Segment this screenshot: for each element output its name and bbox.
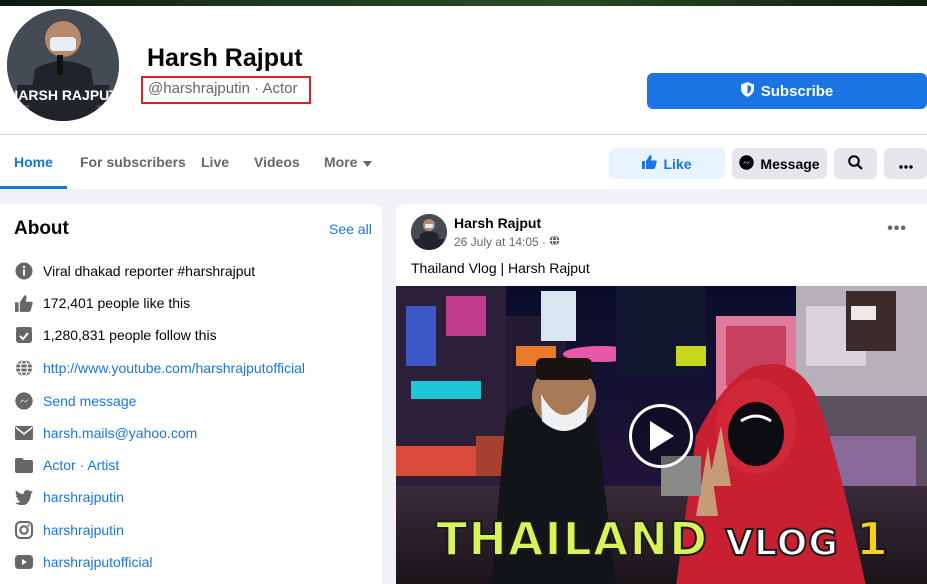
instagram-link[interactable]: harshrajputin bbox=[43, 522, 124, 538]
about-item-twitter[interactable]: harshrajputin bbox=[14, 486, 124, 508]
video-title-vlog: VLOG bbox=[724, 522, 839, 565]
shield-icon bbox=[740, 81, 754, 101]
category-link[interactable]: Actor · Artist bbox=[43, 457, 119, 473]
post-card: Harsh Rajput 26 July at 14:05 · ••• Thai… bbox=[396, 204, 927, 584]
about-item-category[interactable]: Actor · Artist bbox=[14, 454, 119, 476]
search-button[interactable] bbox=[834, 148, 877, 179]
post-timestamp[interactable]: 26 July at 14:05 · bbox=[454, 235, 546, 249]
page-title: Harsh Rajput bbox=[147, 44, 303, 72]
messenger-icon bbox=[739, 154, 755, 173]
subscribe-button[interactable]: Subscribe bbox=[647, 73, 927, 109]
twitter-icon bbox=[14, 488, 33, 507]
tab-videos[interactable]: Videos bbox=[254, 135, 300, 189]
folder-icon bbox=[14, 456, 33, 475]
like-button[interactable]: Like bbox=[609, 148, 725, 179]
video-title-number: 1 bbox=[855, 511, 889, 567]
about-item-likes: 172,401 people like this bbox=[14, 292, 190, 314]
message-label: Message bbox=[760, 155, 820, 172]
tab-more[interactable]: More bbox=[324, 135, 373, 189]
post-author-avatar[interactable] bbox=[411, 214, 447, 250]
thumbs-up-icon bbox=[14, 294, 33, 313]
follow-icon bbox=[14, 326, 33, 345]
globe-icon bbox=[14, 359, 33, 378]
globe-icon bbox=[549, 235, 560, 249]
post-meta: 26 July at 14:05 · bbox=[454, 235, 560, 249]
post-options-icon[interactable]: ••• bbox=[887, 220, 907, 238]
youtube-icon bbox=[14, 553, 33, 572]
tab-more-label: More bbox=[324, 154, 358, 170]
more-options-button[interactable] bbox=[884, 148, 927, 179]
info-icon bbox=[14, 262, 33, 281]
about-item-description: Viral dhakad reporter #harshrajput bbox=[14, 260, 255, 282]
about-title: About bbox=[14, 218, 69, 239]
thumbs-up-icon bbox=[642, 155, 658, 172]
about-item-text: 1,280,831 people follow this bbox=[43, 327, 217, 343]
twitter-link[interactable]: harshrajputin bbox=[43, 489, 124, 505]
about-item-email[interactable]: harsh.mails@yahoo.com bbox=[14, 422, 197, 444]
profile-header: HARSH RAJPUT Harsh Rajput @harshrajputin… bbox=[0, 6, 927, 134]
play-icon[interactable] bbox=[629, 404, 693, 468]
tab-live[interactable]: Live bbox=[201, 135, 229, 189]
send-message-link[interactable]: Send message bbox=[43, 393, 136, 409]
about-card: About See all Viral dhakad reporter #har… bbox=[0, 204, 382, 584]
subscribe-label: Subscribe bbox=[760, 82, 834, 100]
youtube-link[interactable]: harshrajputofficial bbox=[43, 554, 152, 570]
tab-for-subscribers[interactable]: For subscribers bbox=[80, 135, 186, 189]
like-label: Like bbox=[663, 155, 692, 172]
ellipsis-icon bbox=[898, 156, 913, 172]
about-item-instagram[interactable]: harshrajputin bbox=[14, 519, 124, 541]
message-button[interactable]: Message bbox=[732, 148, 827, 179]
post-video[interactable]: THAILAND VLOG 1 bbox=[396, 286, 927, 584]
about-item-website[interactable]: http://www.youtube.com/harshrajputoffici… bbox=[14, 357, 305, 379]
post-author-name[interactable]: Harsh Rajput bbox=[454, 215, 541, 231]
about-item-youtube[interactable]: harshrajputofficial bbox=[14, 551, 152, 573]
video-title-overlay: THAILAND VLOG 1 bbox=[435, 511, 889, 567]
about-item-send-message[interactable]: Send message bbox=[14, 390, 136, 412]
profile-avatar[interactable]: HARSH RAJPUT bbox=[4, 6, 122, 124]
video-title-main: THAILAND bbox=[435, 511, 709, 567]
about-item-followers: 1,280,831 people follow this bbox=[14, 324, 217, 346]
messenger-icon bbox=[14, 392, 33, 411]
page-handle: @harshrajputin · Actor bbox=[148, 80, 298, 97]
email-link[interactable]: harsh.mails@yahoo.com bbox=[43, 425, 197, 441]
page-navigation: Home For subscribers Live Videos More Li… bbox=[0, 134, 927, 189]
email-icon bbox=[14, 424, 33, 443]
avatar-logo-text: HARSH RAJPUT bbox=[8, 87, 118, 103]
see-all-link[interactable]: See all bbox=[329, 221, 372, 237]
post-text: Thailand Vlog | Harsh Rajput bbox=[411, 260, 590, 276]
caret-down-icon bbox=[363, 135, 373, 189]
about-item-text: Viral dhakad reporter #harshrajput bbox=[43, 263, 256, 279]
about-item-text: 172,401 people like this bbox=[43, 295, 191, 311]
search-icon bbox=[848, 154, 863, 173]
tab-home[interactable]: Home bbox=[0, 135, 67, 189]
instagram-icon bbox=[14, 521, 33, 540]
website-link[interactable]: http://www.youtube.com/harshrajputoffici… bbox=[43, 360, 305, 376]
